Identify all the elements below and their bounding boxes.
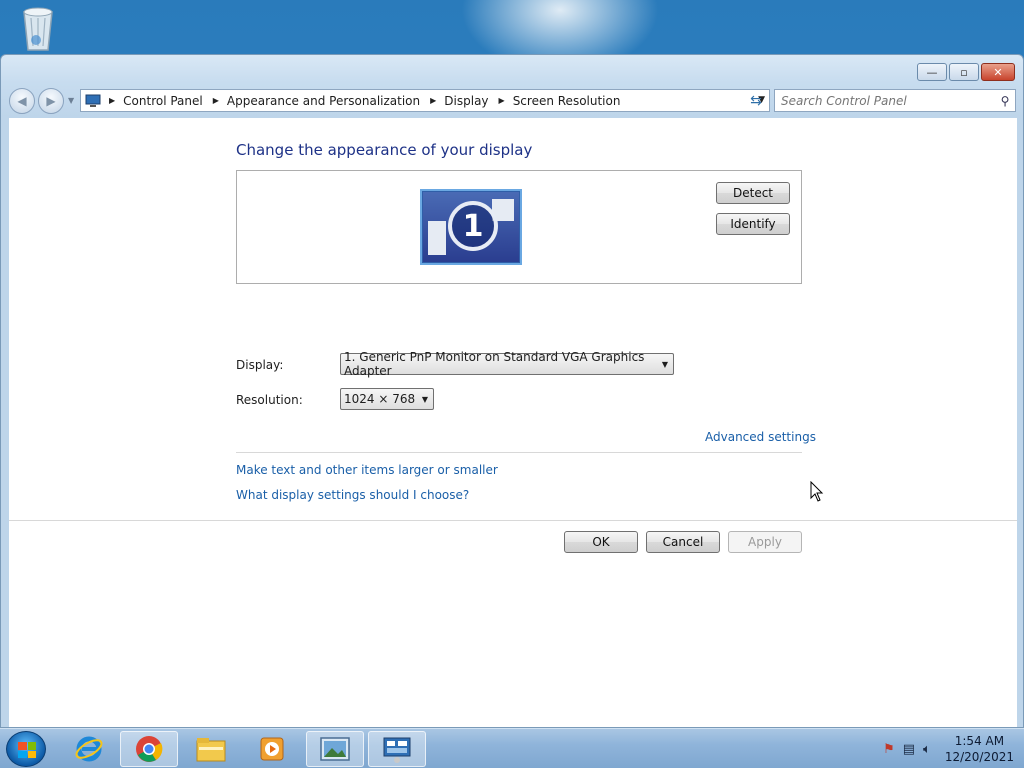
mouse-cursor-icon	[810, 481, 824, 502]
breadcrumb-root-separator[interactable]: ▶	[105, 96, 123, 105]
display-label: Display:	[236, 358, 284, 372]
picture-icon	[320, 737, 350, 761]
taskbar-control-panel[interactable]	[368, 731, 426, 767]
screen-resolution-window: — ▫ ✕ ◀ ▶ ▼ ▶ Control Panel ▶ Appearance …	[0, 54, 1024, 728]
advanced-settings-link[interactable]: Advanced settings	[705, 430, 816, 444]
breadcrumb-arrow-icon: ▶	[212, 96, 219, 105]
search-box: ⚲	[774, 89, 1016, 112]
media-player-icon	[260, 737, 284, 761]
breadcrumb-screen-resolution[interactable]: Screen Resolution	[513, 94, 621, 108]
address-bar[interactable]: ▶ Control Panel ▶ Appearance and Personal…	[80, 89, 770, 112]
folder-icon	[196, 738, 226, 762]
cancel-button[interactable]: Cancel	[646, 531, 720, 553]
breadcrumb-arrow-icon: ▶	[109, 96, 116, 105]
action-center-flag-icon[interactable]: ⚑	[883, 742, 895, 757]
breadcrumb-control-panel[interactable]: Control Panel ▶	[123, 94, 227, 108]
clock-time: 1:54 AM	[954, 734, 1005, 748]
display-preview-panel: 1 Detect Identify	[236, 170, 802, 284]
breadcrumb-appearance[interactable]: Appearance and Personalization ▶	[227, 94, 444, 108]
identify-button[interactable]: Identify	[716, 213, 790, 235]
search-icon[interactable]: ⚲	[995, 94, 1015, 108]
back-button[interactable]: ◀	[9, 88, 35, 114]
forward-arrow-icon: ▶	[46, 94, 56, 108]
forward-button[interactable]: ▶	[38, 88, 64, 114]
breadcrumb-arrow-icon: ▶	[498, 96, 505, 105]
display-select-value: 1. Generic PnP Monitor on Standard VGA G…	[344, 350, 645, 378]
control-panel-icon	[85, 94, 101, 107]
divider	[9, 520, 1017, 521]
back-arrow-icon: ◀	[17, 94, 27, 108]
detect-button[interactable]: Detect	[716, 182, 790, 204]
display-help-link[interactable]: What display settings should I choose?	[236, 488, 469, 502]
recycle-bin-icon[interactable]	[18, 4, 58, 52]
chrome-icon	[136, 736, 163, 762]
taskbar-internet-explorer[interactable]	[60, 731, 118, 767]
clock[interactable]: 1:54 AM 12/20/2021	[945, 733, 1014, 765]
divider	[236, 452, 802, 453]
chevron-down-icon: ▼	[661, 359, 668, 369]
taskbar: ⚑ ▤ 🔈︎ 1:54 AM 12/20/2021	[0, 728, 1024, 768]
page-title: Change the appearance of your display	[236, 141, 533, 159]
breadcrumb-label: Appearance and Personalization	[226, 93, 421, 108]
volume-icon[interactable]: 🔈︎	[923, 742, 931, 757]
recent-pages-dropdown-icon[interactable]: ▼	[68, 96, 74, 105]
monitor-1-icon[interactable]: 1	[420, 189, 522, 265]
maximize-button[interactable]: ▫	[949, 63, 979, 81]
window-controls: — ▫ ✕	[917, 63, 1015, 81]
resolution-select-value: 1024 × 768	[344, 392, 416, 406]
chevron-down-icon: ▼	[421, 394, 428, 404]
internet-explorer-icon	[75, 736, 103, 762]
breadcrumb-label: Screen Resolution	[512, 93, 621, 108]
system-tray: ⚑ ▤ 🔈︎ 1:54 AM 12/20/2021	[883, 733, 1014, 765]
content-pane: Change the appearance of your display 1 …	[9, 118, 1017, 727]
start-button[interactable]	[6, 731, 46, 767]
text-size-link[interactable]: Make text and other items larger or smal…	[236, 463, 498, 477]
breadcrumb-display[interactable]: Display ▶	[444, 94, 512, 108]
taskbar-photo-viewer[interactable]	[306, 731, 364, 767]
navigation-bar: ◀ ▶ ▼ ▶ Control Panel ▶ Appearance and Pe…	[9, 88, 1016, 114]
monitor-window-graphic	[428, 221, 446, 255]
apply-button[interactable]: Apply	[728, 531, 802, 553]
ok-button[interactable]: OK	[564, 531, 638, 553]
minimize-button[interactable]: —	[917, 63, 947, 81]
search-input[interactable]	[775, 90, 995, 111]
breadcrumb-label: Display	[444, 93, 489, 108]
taskbar-chrome[interactable]	[120, 731, 178, 767]
resolution-label: Resolution:	[236, 393, 303, 407]
display-select[interactable]: 1. Generic PnP Monitor on Standard VGA G…	[340, 350, 674, 378]
network-icon[interactable]: ▤	[903, 742, 915, 757]
display-settings-icon	[383, 737, 411, 763]
resolution-select[interactable]: 1024 × 768 ▼	[340, 388, 434, 410]
clock-date: 12/20/2021	[944, 750, 1014, 764]
breadcrumb-arrow-icon: ▶	[430, 96, 437, 105]
refresh-icon: ⇆	[750, 92, 762, 109]
refresh-button[interactable]: ⇆	[744, 89, 768, 112]
taskbar-media-player[interactable]	[244, 731, 302, 767]
breadcrumb-label: Control Panel	[123, 93, 203, 108]
taskbar-file-explorer[interactable]	[182, 731, 240, 767]
monitor-number: 1	[448, 201, 498, 251]
close-button[interactable]: ✕	[981, 63, 1015, 81]
windows-logo-icon	[18, 742, 36, 758]
